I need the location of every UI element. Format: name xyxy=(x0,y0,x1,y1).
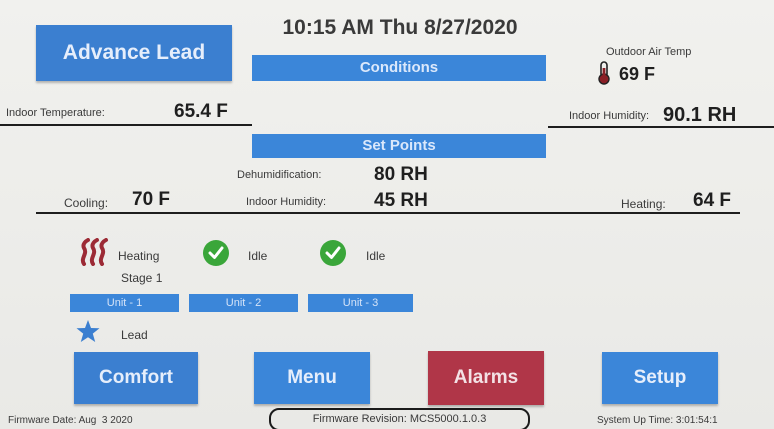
dehumidification-label: Dehumidification: xyxy=(237,169,322,181)
outdoor-air-temp-label: Outdoor Air Temp xyxy=(606,46,692,58)
conditions-divider-left xyxy=(0,124,252,126)
thermometer-icon xyxy=(597,61,611,85)
menu-button[interactable]: Menu xyxy=(254,352,370,404)
setpoint-indoor-humidity-value: 45 RH xyxy=(374,190,428,211)
indoor-humidity-value: 90.1 RH xyxy=(663,104,737,126)
unit-1-button[interactable]: Unit - 1 xyxy=(70,294,179,312)
setpoints-divider xyxy=(36,212,740,214)
check-icon xyxy=(203,240,229,266)
unit-3-button[interactable]: Unit - 3 xyxy=(308,294,413,312)
comfort-button[interactable]: Comfort xyxy=(74,352,198,404)
setpoint-heating-label: Heating: xyxy=(621,197,666,211)
datetime-display: 10:15 AM Thu 8/27/2020 xyxy=(282,16,518,39)
lead-label: Lead xyxy=(121,328,148,342)
advance-lead-button[interactable]: Advance Lead xyxy=(36,25,232,81)
setpoint-cooling-label: Cooling: xyxy=(64,196,109,210)
system-uptime: System Up Time: 3:01:54:1 xyxy=(597,415,718,426)
setpoint-cooling-value: 70 F xyxy=(132,189,171,210)
unit-2-button[interactable]: Unit - 2 xyxy=(189,294,298,312)
conditions-header-bar: Conditions xyxy=(252,55,546,81)
firmware-date: Firmware Date: Aug 3 2020 xyxy=(8,415,133,426)
hvac-touch-screen: Advance Lead 10:15 AM Thu 8/27/2020 Cond… xyxy=(0,0,774,429)
heating-icon xyxy=(78,238,112,266)
dehumidification-value: 80 RH xyxy=(374,164,428,185)
star-icon xyxy=(75,318,101,344)
conditions-divider-right xyxy=(548,126,774,128)
alarms-button[interactable]: Alarms xyxy=(428,351,544,405)
unit1-status-label: Heating xyxy=(118,249,160,263)
indoor-humidity-label: Indoor Humidity: xyxy=(569,110,650,122)
firmware-revision: Firmware Revision: MCS5000.1.0.3 xyxy=(269,408,530,429)
outdoor-air-temp-value: 69 F xyxy=(619,64,656,84)
setpoints-header-bar: Set Points xyxy=(252,134,546,158)
indoor-temperature-label: Indoor Temperature: xyxy=(6,107,105,119)
check-icon xyxy=(320,240,346,266)
setpoint-indoor-humidity-label: Indoor Humidity: xyxy=(246,196,327,208)
unit1-stage-label: Stage 1 xyxy=(121,271,163,285)
indoor-temperature-value: 65.4 F xyxy=(174,101,228,122)
setup-button[interactable]: Setup xyxy=(602,352,718,404)
setpoint-heating-value: 64 F xyxy=(693,190,732,211)
unit2-status-label: Idle xyxy=(248,249,268,263)
unit3-status-label: Idle xyxy=(366,249,386,263)
